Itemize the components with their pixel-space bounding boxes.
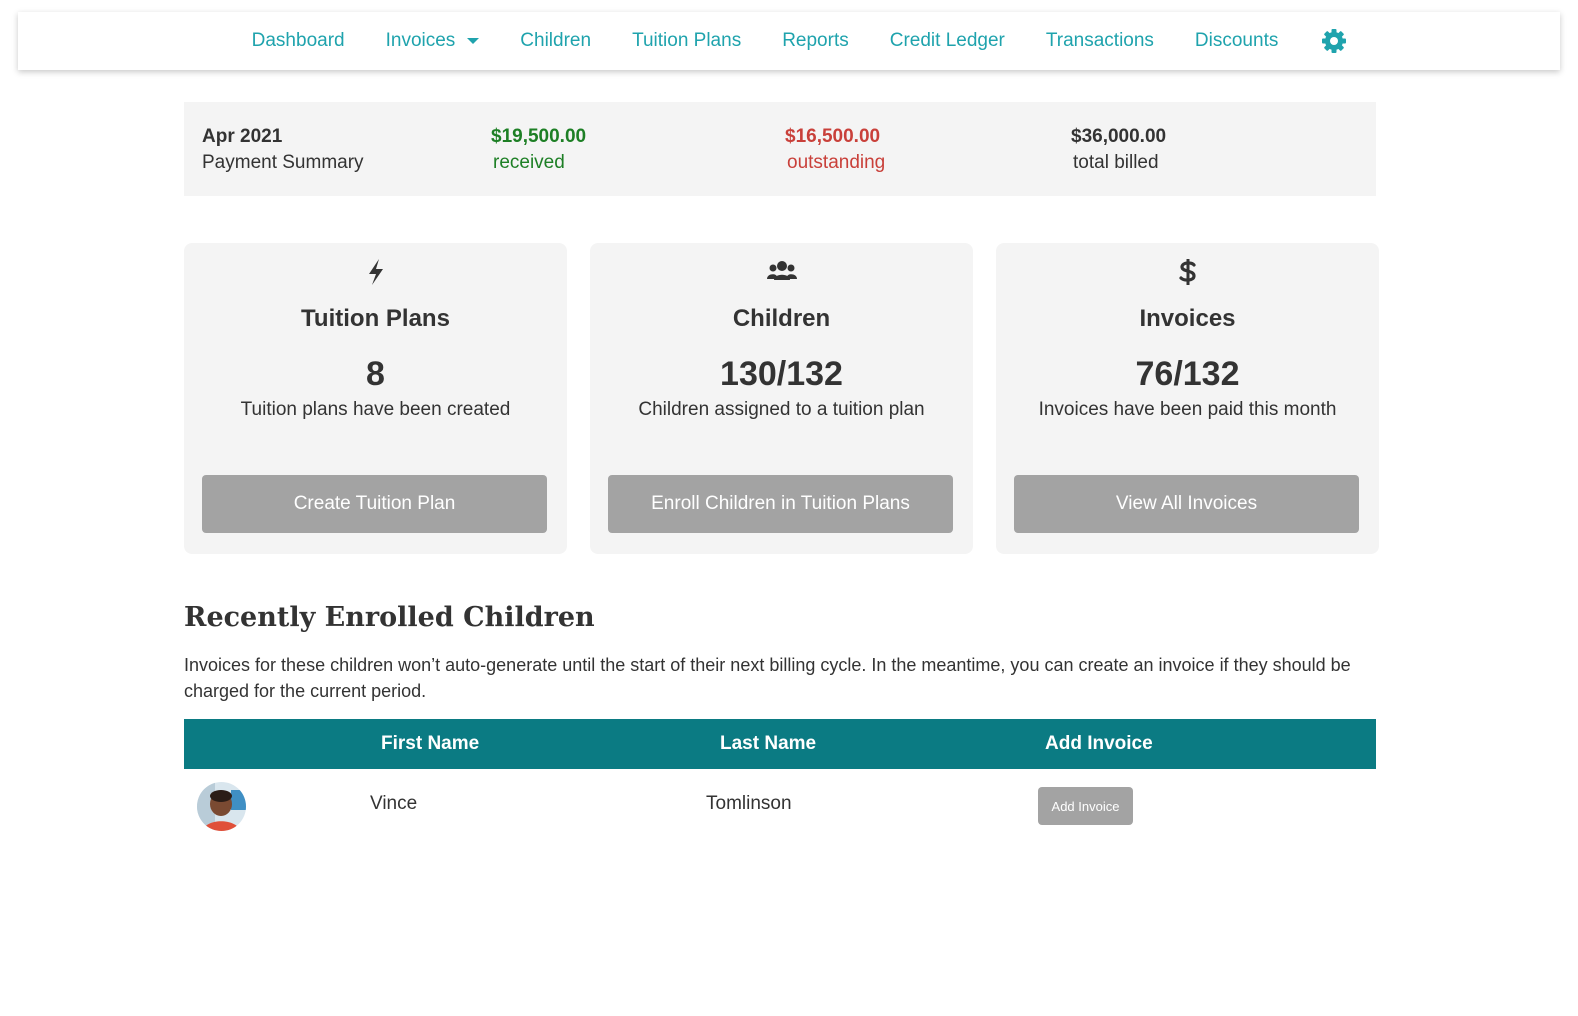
summary-title: Payment Summary: [202, 152, 364, 173]
card-title: Invoices: [1139, 305, 1236, 332]
received-amount: $19,500.00: [491, 126, 587, 147]
recently-enrolled-title: Recently Enrolled Children: [184, 602, 595, 633]
card-description: Tuition plans have been created: [240, 399, 511, 420]
payment-summary: Apr 2021 Payment Summary $19,500.00 rece…: [184, 102, 1376, 196]
card-stat: 76/132: [1135, 355, 1240, 393]
add-invoice-button[interactable]: Add Invoice: [1038, 787, 1133, 825]
summary-billed-block: $36,000.00 total billed: [1071, 124, 1166, 176]
nav-invoices[interactable]: Invoices: [365, 30, 500, 52]
nav-invoices-label: Invoices: [385, 30, 456, 51]
create-tuition-plan-button[interactable]: Create Tuition Plan: [202, 475, 547, 533]
dollar-icon: [996, 257, 1379, 287]
nav-tuition-plans[interactable]: Tuition Plans: [612, 30, 762, 52]
last-name-cell: Tomlinson: [706, 793, 792, 814]
card-description: Children assigned to a tuition plan: [638, 399, 925, 420]
column-add-invoice: Add Invoice: [1045, 733, 1153, 754]
billed-label: total billed: [1073, 152, 1159, 173]
card-title: Tuition Plans: [301, 305, 450, 332]
summary-outstanding-block: $16,500.00 outstanding: [785, 124, 885, 176]
column-first-name: First Name: [381, 733, 480, 754]
card-title: Children: [732, 305, 831, 332]
summary-received-block: $19,500.00 received: [491, 124, 586, 176]
gear-icon[interactable]: [1299, 28, 1347, 54]
outstanding-label: outstanding: [787, 152, 886, 173]
table-row: Vince Tomlinson Add Invoice: [184, 770, 1376, 840]
summary-period: Apr 2021: [202, 126, 283, 147]
tuition-plans-card: Tuition Plans 8 Tuition plans have been …: [184, 243, 567, 554]
nav-transactions[interactable]: Transactions: [1025, 30, 1174, 52]
nav-children[interactable]: Children: [500, 30, 612, 52]
nav-credit-ledger[interactable]: Credit Ledger: [869, 30, 1025, 52]
card-stat: 130/132: [720, 355, 843, 393]
users-icon: [590, 257, 973, 285]
summary-period-block: Apr 2021 Payment Summary: [202, 124, 364, 176]
caret-down-icon: [467, 38, 480, 44]
billed-amount: $36,000.00: [1071, 126, 1167, 147]
top-navbar: Dashboard Invoices Children Tuition Plan…: [18, 12, 1560, 70]
card-description: Invoices have been paid this month: [1038, 399, 1337, 420]
column-last-name: Last Name: [720, 733, 817, 754]
avatar: [197, 782, 246, 831]
children-card: Children 130/132 Children assigned to a …: [590, 243, 973, 554]
enroll-children-button[interactable]: Enroll Children in Tuition Plans: [608, 475, 953, 533]
received-label: received: [493, 152, 565, 173]
view-all-invoices-button[interactable]: View All Invoices: [1014, 475, 1359, 533]
first-name-cell: Vince: [370, 793, 418, 814]
card-stat: 8: [366, 355, 385, 393]
outstanding-amount: $16,500.00: [785, 126, 881, 147]
recently-enrolled-description: Invoices for these children won’t auto-g…: [184, 655, 1351, 701]
bolt-icon: [184, 257, 567, 287]
table-header: First Name Last Name Add Invoice: [184, 719, 1376, 769]
nav-dashboard[interactable]: Dashboard: [231, 30, 365, 52]
nav-discounts[interactable]: Discounts: [1174, 30, 1298, 52]
invoices-card: Invoices 76/132 Invoices have been paid …: [996, 243, 1379, 554]
nav-reports[interactable]: Reports: [762, 30, 870, 52]
